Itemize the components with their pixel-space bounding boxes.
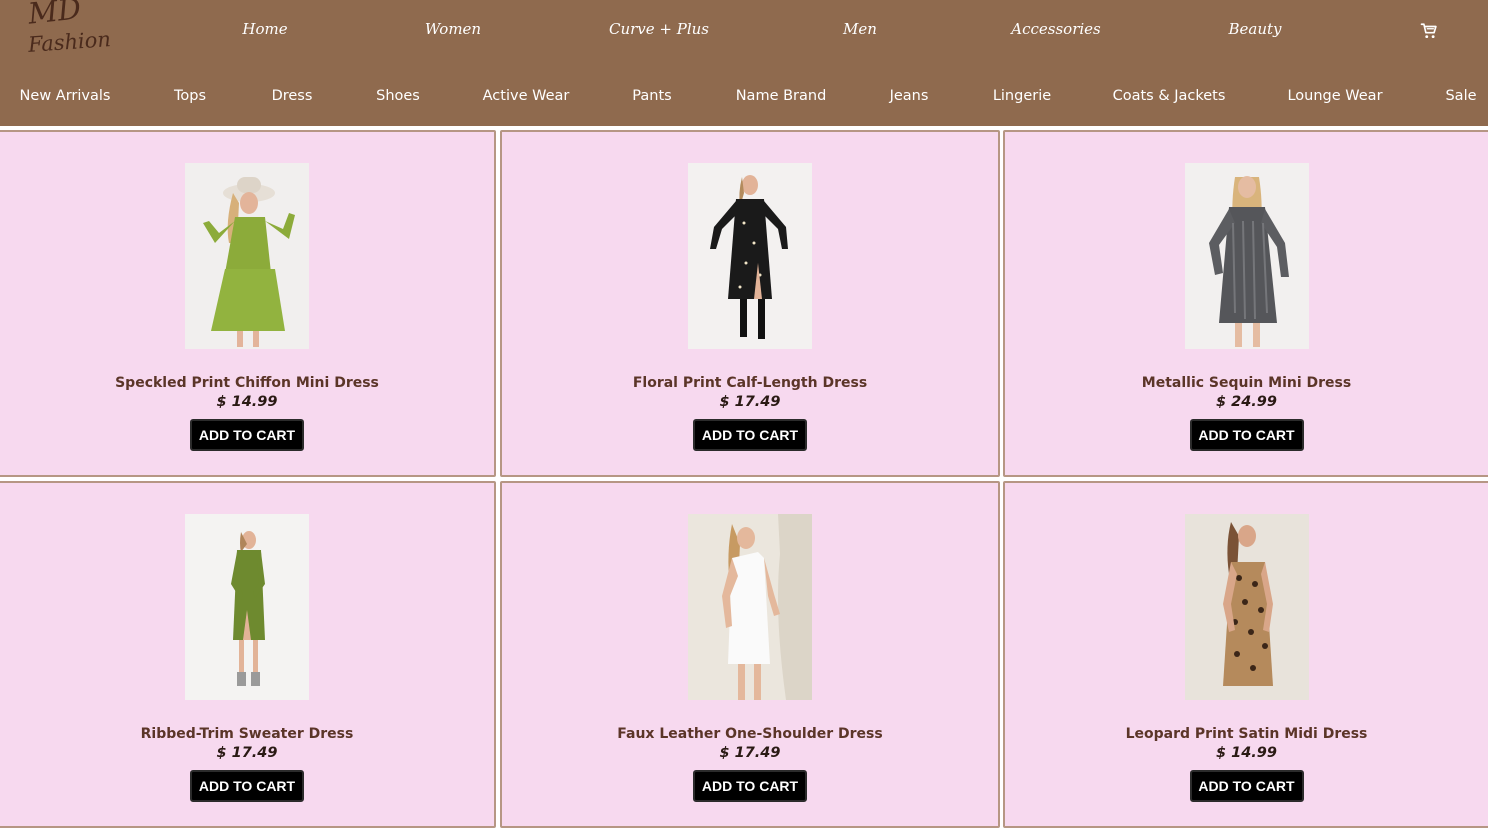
product-card: Floral Print Calf-Length Dress $ 17.49 A… bbox=[500, 130, 1000, 477]
add-to-cart-button[interactable]: ADD TO CART bbox=[693, 419, 807, 451]
product-grid: Speckled Print Chiffon Mini Dress $ 14.9… bbox=[0, 126, 1488, 828]
product-image[interactable] bbox=[688, 163, 812, 349]
cart-icon[interactable] bbox=[1420, 22, 1438, 40]
product-name[interactable]: Speckled Print Chiffon Mini Dress bbox=[0, 375, 494, 391]
nav-curve-plus[interactable]: Curve + Plus bbox=[609, 20, 709, 38]
category-dress[interactable]: Dress bbox=[272, 88, 313, 104]
product-card: Metallic Sequin Mini Dress $ 24.99 ADD T… bbox=[1003, 130, 1488, 477]
nav-accessories[interactable]: Accessories bbox=[1011, 20, 1100, 38]
nav-women[interactable]: Women bbox=[425, 20, 481, 38]
product-card: Ribbed-Trim Sweater Dress $ 17.49 ADD TO… bbox=[0, 481, 496, 828]
nav-men[interactable]: Men bbox=[843, 20, 877, 38]
product-image[interactable] bbox=[1184, 163, 1309, 349]
product-card: Faux Leather One-Shoulder Dress $ 17.49 … bbox=[500, 481, 1000, 828]
add-to-cart-button[interactable]: ADD TO CART bbox=[1189, 770, 1304, 802]
category-pants[interactable]: Pants bbox=[632, 88, 671, 104]
product-name[interactable]: Faux Leather One-Shoulder Dress bbox=[502, 726, 998, 742]
add-to-cart-button[interactable]: ADD TO CART bbox=[190, 770, 304, 802]
product-price: $ 17.49 bbox=[719, 394, 781, 410]
product-image[interactable] bbox=[185, 163, 309, 349]
product-card: Leopard Print Satin Midi Dress $ 14.99 A… bbox=[1003, 481, 1488, 828]
product-price: $ 17.49 bbox=[216, 745, 278, 761]
category-active-wear[interactable]: Active Wear bbox=[483, 88, 570, 104]
product-card: Speckled Print Chiffon Mini Dress $ 14.9… bbox=[0, 130, 496, 477]
category-lounge-wear[interactable]: Lounge Wear bbox=[1287, 88, 1382, 104]
logo-line-1: MD bbox=[26, 0, 83, 31]
logo[interactable]: MD Fashion bbox=[26, 0, 116, 64]
nav-home[interactable]: Home bbox=[242, 20, 287, 38]
product-name[interactable]: Ribbed-Trim Sweater Dress bbox=[0, 726, 494, 742]
logo-line-2: Fashion bbox=[27, 27, 112, 57]
category-tops[interactable]: Tops bbox=[174, 88, 206, 104]
add-to-cart-button[interactable]: ADD TO CART bbox=[1189, 419, 1304, 451]
product-image[interactable] bbox=[185, 514, 309, 700]
product-name[interactable]: Leopard Print Satin Midi Dress bbox=[1005, 726, 1488, 742]
product-price: $ 24.99 bbox=[1215, 394, 1277, 410]
product-image[interactable] bbox=[688, 514, 812, 700]
add-to-cart-button[interactable]: ADD TO CART bbox=[190, 419, 304, 451]
product-price: $ 17.49 bbox=[719, 745, 781, 761]
category-lingerie[interactable]: Lingerie bbox=[993, 88, 1051, 104]
category-sale[interactable]: Sale bbox=[1445, 88, 1476, 104]
product-name[interactable]: Metallic Sequin Mini Dress bbox=[1005, 375, 1488, 391]
nav-beauty[interactable]: Beauty bbox=[1228, 20, 1281, 38]
category-name-brand[interactable]: Name Brand bbox=[736, 88, 827, 104]
category-shoes[interactable]: Shoes bbox=[376, 88, 420, 104]
product-price: $ 14.99 bbox=[216, 394, 278, 410]
site-header: MD Fashion Home Women Curve + Plus Men A… bbox=[0, 0, 1488, 126]
product-price: $ 14.99 bbox=[1215, 745, 1277, 761]
category-coats-jackets[interactable]: Coats & Jackets bbox=[1113, 88, 1226, 104]
add-to-cart-button[interactable]: ADD TO CART bbox=[693, 770, 807, 802]
category-new-arrivals[interactable]: New Arrivals bbox=[20, 88, 111, 104]
product-image[interactable] bbox=[1184, 514, 1309, 700]
category-jeans[interactable]: Jeans bbox=[890, 88, 929, 104]
product-name[interactable]: Floral Print Calf-Length Dress bbox=[502, 375, 998, 391]
